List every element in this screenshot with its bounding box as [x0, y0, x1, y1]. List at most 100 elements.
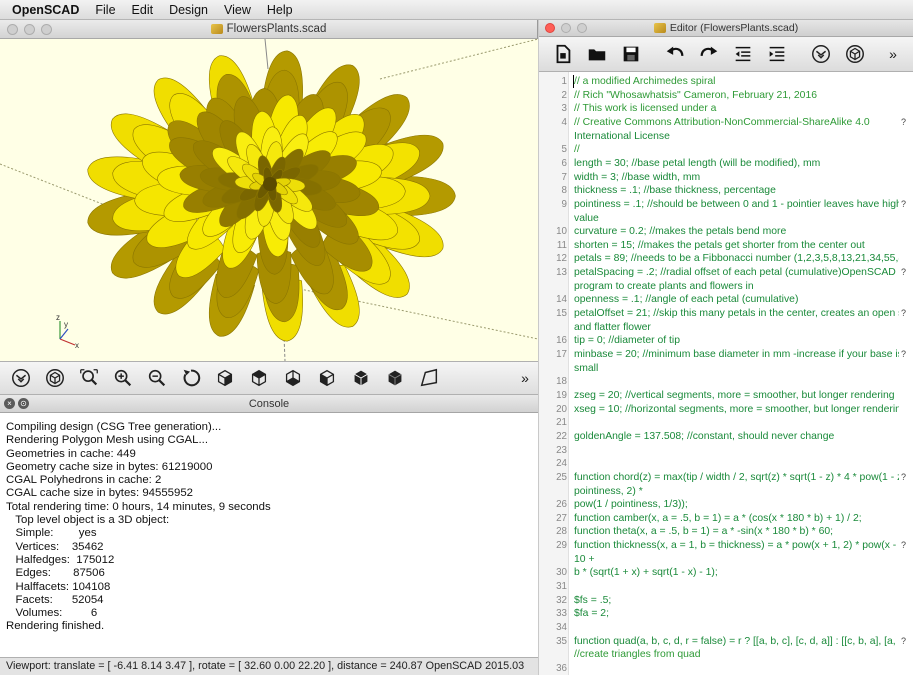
view-left-icon: [319, 369, 335, 387]
3d-viewport[interactable]: z y x: [0, 39, 538, 361]
open-file-button[interactable]: [583, 40, 611, 68]
console-line: Total rendering time: 0 hours, 14 minute…: [6, 500, 271, 513]
line-number: 14: [556, 294, 567, 306]
redo-icon: [700, 46, 718, 56]
axis-label-z: z: [56, 313, 60, 322]
line-number: 24: [556, 458, 567, 470]
code-text: $fs = .5;: [574, 594, 612, 606]
line-number: 35: [556, 635, 567, 647]
view-bottom-button[interactable]: [278, 364, 308, 392]
line-number: 28: [556, 526, 567, 538]
view-front-button[interactable]: [346, 364, 376, 392]
view-left-button[interactable]: [312, 364, 342, 392]
console-close-icon[interactable]: ×: [4, 398, 15, 409]
code-text: xseg = 10; //horizontal segments, more =…: [574, 403, 899, 415]
line-wrap-marker: ?: [901, 635, 907, 646]
save-icon: [623, 46, 639, 62]
line-number: 13: [556, 267, 567, 279]
close-window-button[interactable]: [7, 24, 18, 35]
code-text: // Creative Commons Attribution-NonComme…: [574, 116, 870, 128]
toolbar-overflow-button[interactable]: »: [516, 364, 534, 392]
menu-edit[interactable]: Edit: [124, 3, 162, 17]
new-file-icon: [556, 44, 571, 64]
line-number: 20: [556, 403, 567, 415]
code-text: tip = 0; //diameter of tip: [574, 335, 680, 347]
undo-button[interactable]: [661, 40, 689, 68]
line-number: 23: [556, 444, 567, 456]
code-text: shorten = 15; //makes the petals get sho…: [574, 239, 865, 251]
save-button[interactable]: [617, 40, 645, 68]
zoom-out-button[interactable]: [142, 364, 172, 392]
console-line: Compiling design (CSG Tree generation)..…: [6, 421, 222, 433]
render-cgal-button[interactable]: [40, 364, 70, 392]
code-text: and flatter flower: [574, 321, 651, 333]
editor-zoom-button[interactable]: [577, 23, 587, 33]
code-text: small: [574, 362, 599, 374]
axis-label-x: x: [75, 341, 79, 350]
line-number: 34: [556, 622, 567, 633]
perspective-icon: [420, 368, 438, 387]
line-number: 18: [556, 376, 567, 388]
zoom-window-button[interactable]: [41, 24, 52, 35]
line-number: 1: [561, 76, 567, 87]
code-text: function theta(x, a = .5, b = 1) = a * -…: [574, 526, 834, 538]
view-back-button[interactable]: [380, 364, 410, 392]
console-line: CGAL Polyhedrons in cache: 2: [6, 474, 162, 487]
menu-app[interactable]: OpenSCAD: [8, 3, 87, 17]
code-text: pointiness, 2) *: [574, 485, 643, 497]
line-number: 17: [556, 349, 567, 360]
render-preview-button[interactable]: [6, 364, 36, 392]
code-text: b * (sqrt(1 + x) + sqrt(1 - x) - 1);: [574, 567, 718, 579]
code-text: function thickness(x, a = 1, b = thickne…: [574, 540, 899, 552]
perspective-button[interactable]: [414, 364, 444, 392]
code-text: curvature = 0.2; //makes the petals bend…: [574, 226, 787, 238]
menu-file[interactable]: File: [87, 3, 123, 17]
editor-render-preview-button[interactable]: [807, 40, 835, 68]
text-cursor: [573, 75, 574, 88]
code-text: International License: [574, 130, 670, 142]
menu-bar: OpenSCAD File Edit Design View Help: [0, 0, 913, 20]
code-text: 10 +: [574, 553, 595, 565]
view-right-button[interactable]: [210, 364, 240, 392]
zoom-in-button[interactable]: [108, 364, 138, 392]
view-top-button[interactable]: [244, 364, 274, 392]
view-right-icon: [217, 369, 233, 387]
new-file-button[interactable]: [549, 40, 577, 68]
flower-center: [263, 177, 277, 191]
code-text: width = 3; //base width, mm: [574, 171, 701, 183]
console-output[interactable]: Compiling design (CSG Tree generation)..…: [0, 413, 538, 657]
line-number: 8: [561, 185, 567, 197]
view-front-icon: [354, 370, 368, 386]
indent-icon: [769, 46, 785, 62]
code-text: thickness = .1; //base thickness, percen…: [574, 185, 776, 197]
line-wrap-marker: ?: [901, 116, 907, 127]
zoom-all-button[interactable]: [74, 364, 104, 392]
menu-help[interactable]: Help: [259, 3, 301, 17]
editor-toolbar-overflow-button[interactable]: »: [879, 40, 907, 68]
code-text: openness = .1; //angle of each petal (cu…: [574, 294, 799, 306]
editor-minimize-button[interactable]: [561, 23, 571, 33]
undo-icon: [666, 46, 684, 56]
main-window-title: FlowersPlants.scad: [226, 23, 327, 35]
menu-design[interactable]: Design: [161, 3, 216, 17]
code-text: length = 30; //base petal length (will b…: [574, 157, 821, 169]
line-number: 11: [556, 239, 567, 251]
line-number: 33: [556, 608, 567, 620]
line-wrap-marker: ?: [901, 540, 907, 551]
indent-button[interactable]: [763, 40, 791, 68]
console-float-icon[interactable]: ⊙: [18, 398, 29, 409]
console-line: Simple: yes: [6, 527, 97, 540]
render-cgal-icon: [846, 45, 864, 63]
editor-close-button[interactable]: [545, 23, 555, 33]
redo-button[interactable]: [695, 40, 723, 68]
editor-render-cgal-button[interactable]: [841, 40, 869, 68]
minimize-window-button[interactable]: [24, 24, 35, 35]
console-header: × ⊙ Console: [0, 395, 538, 413]
reset-view-button[interactable]: [176, 364, 206, 392]
code-editor[interactable]: 1 // a modified Archimedes spiral 2 // Rich…: [539, 72, 913, 675]
line-number: 15: [556, 308, 567, 320]
reset-view-icon: [183, 369, 201, 387]
menu-view[interactable]: View: [216, 3, 259, 17]
unindent-button[interactable]: [729, 40, 757, 68]
line-number: 6: [561, 157, 567, 169]
